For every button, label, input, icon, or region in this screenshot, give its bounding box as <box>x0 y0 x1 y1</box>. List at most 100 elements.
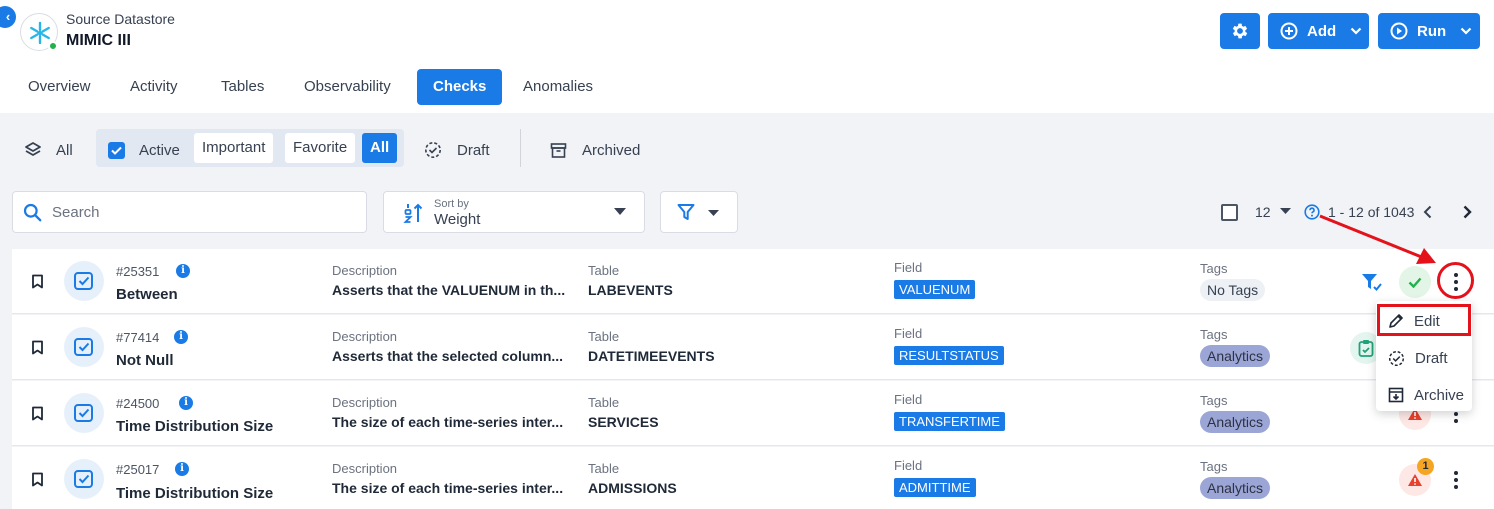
chevron-right-icon[interactable] <box>1460 203 1474 221</box>
tab-anomalies[interactable]: Anomalies <box>507 69 609 105</box>
bookmark-icon[interactable] <box>31 472 44 487</box>
check-square-icon <box>74 470 93 488</box>
archive-icon <box>1388 387 1404 403</box>
check-description: The size of each time-series inter... <box>332 414 564 430</box>
check-name: Not Null <box>116 352 174 369</box>
plus-circle-icon <box>1280 22 1298 40</box>
check-table: LABEVENTS <box>588 282 673 298</box>
check-row[interactable]: #24500 i Time Distribution Size Descript… <box>12 381 1494 446</box>
chevron-left-icon[interactable] <box>1421 203 1435 221</box>
info-icon[interactable]: i <box>175 462 189 476</box>
field-badge: RESULTSTATUS <box>894 346 1004 365</box>
caret-down-icon[interactable] <box>1280 208 1291 214</box>
tag-pill: No Tags <box>1200 279 1266 301</box>
run-button-label: Run <box>1417 22 1447 40</box>
annotation-circle <box>1437 262 1474 299</box>
checkbox-icon <box>108 141 125 159</box>
status-passed-icon <box>1399 266 1431 298</box>
chevron-down-icon <box>1460 27 1472 35</box>
tab-checks[interactable]: Checks <box>417 69 503 105</box>
page-range: 1 - 12 of 1043 <box>1328 204 1415 220</box>
table-caption: Table <box>588 263 620 278</box>
table-caption: Table <box>588 461 620 476</box>
bookmark-icon[interactable] <box>31 340 44 355</box>
menu-draft-label: Draft <box>1415 349 1448 367</box>
search-input[interactable] <box>52 203 352 221</box>
filter-all[interactable]: All <box>24 135 73 165</box>
checks-toolbar: Sort by Weight 12 1 - 12 of 1043 <box>0 191 1494 235</box>
field-caption: Field <box>894 392 923 407</box>
bookmark-icon[interactable] <box>31 406 44 421</box>
search-icon <box>23 203 42 221</box>
menu-item-archive[interactable]: Archive <box>1376 378 1472 412</box>
check-row[interactable]: #77414 i Not Null Description Asserts th… <box>12 315 1494 380</box>
filter-draft[interactable]: Draft <box>424 135 490 165</box>
check-description: The size of each time-series inter... <box>332 480 564 496</box>
sort-caption: Sort by <box>434 198 469 210</box>
field-caption: Field <box>894 458 923 473</box>
field-badge: TRANSFERTIME <box>894 412 1005 431</box>
description-caption: Description <box>332 395 398 410</box>
tags-caption: Tags <box>1200 459 1228 474</box>
info-icon[interactable]: i <box>176 264 190 278</box>
add-button[interactable]: Add <box>1268 13 1369 49</box>
bookmark-icon[interactable] <box>31 274 44 289</box>
tab-overview[interactable]: Overview <box>12 69 107 105</box>
field-badge: VALUENUM <box>894 280 976 299</box>
check-id: #24500 <box>116 396 160 411</box>
kebab-icon[interactable] <box>1446 465 1466 495</box>
check-name: Between <box>116 286 178 303</box>
chevron-down-icon <box>1350 27 1362 35</box>
check-name: Time Distribution Size <box>116 485 274 502</box>
description-caption: Description <box>332 263 398 278</box>
tab-observability[interactable]: Observability <box>288 69 407 105</box>
per-page-value[interactable]: 12 <box>1255 191 1271 233</box>
check-id: #77414 <box>116 330 160 345</box>
table-caption: Table <box>588 395 620 410</box>
tag-pill: Analytics <box>1200 411 1271 433</box>
check-table: ADMISSIONS <box>588 480 677 496</box>
filter-favorite[interactable]: Favorite <box>285 133 356 163</box>
filter-important[interactable]: Important <box>194 133 274 163</box>
datastore-logo <box>20 13 58 51</box>
sort-select[interactable]: Sort by Weight <box>383 191 645 233</box>
filter-icon <box>677 204 695 220</box>
settings-button[interactable] <box>1220 13 1260 49</box>
run-button[interactable]: Run <box>1378 13 1480 49</box>
help-icon[interactable] <box>1304 204 1320 220</box>
check-square-icon <box>74 338 93 356</box>
filter-active[interactable]: Active <box>108 135 180 165</box>
check-id: #25017 <box>116 462 160 477</box>
check-type-icon <box>64 459 104 499</box>
check-type-icon <box>64 393 104 433</box>
check-table: DATETIMEEVENTS <box>588 348 715 364</box>
snowflake-icon <box>30 21 50 45</box>
tags-caption: Tags <box>1200 327 1228 342</box>
filter-button[interactable] <box>660 191 738 233</box>
filter-active-label: Active <box>139 141 180 159</box>
check-description: Asserts that the VALUENUM in th... <box>332 282 566 298</box>
page-header: ‹ Source Datastore MIMIC III Add Run Ove… <box>0 0 1494 113</box>
back-icon[interactable]: ‹ <box>0 6 16 28</box>
check-square-icon <box>74 404 93 422</box>
menu-item-draft[interactable]: Draft <box>1376 341 1472 375</box>
filter-all-chip[interactable]: All <box>362 133 398 163</box>
tab-tables[interactable]: Tables <box>205 69 280 105</box>
info-icon[interactable]: i <box>179 396 193 410</box>
layers-icon <box>25 142 41 156</box>
table-caption: Table <box>588 329 620 344</box>
check-type-icon <box>64 261 104 301</box>
field-caption: Field <box>894 260 923 275</box>
filter-all-label: All <box>56 141 73 159</box>
check-row[interactable]: #25017 i Time Distribution Size Descript… <box>12 447 1494 509</box>
search-box <box>12 191 367 233</box>
tab-activity[interactable]: Activity <box>114 69 194 105</box>
filter-archived[interactable]: Archived <box>550 135 640 165</box>
play-circle-icon <box>1390 22 1408 40</box>
info-icon[interactable]: i <box>174 330 188 344</box>
select-all-checkbox[interactable] <box>1221 204 1238 221</box>
check-row[interactable]: #25351 i Between Description Asserts tha… <box>12 249 1494 314</box>
check-name: Time Distribution Size <box>116 418 274 435</box>
sort-icon <box>403 203 423 223</box>
datastore-name: MIMIC III <box>66 32 131 49</box>
